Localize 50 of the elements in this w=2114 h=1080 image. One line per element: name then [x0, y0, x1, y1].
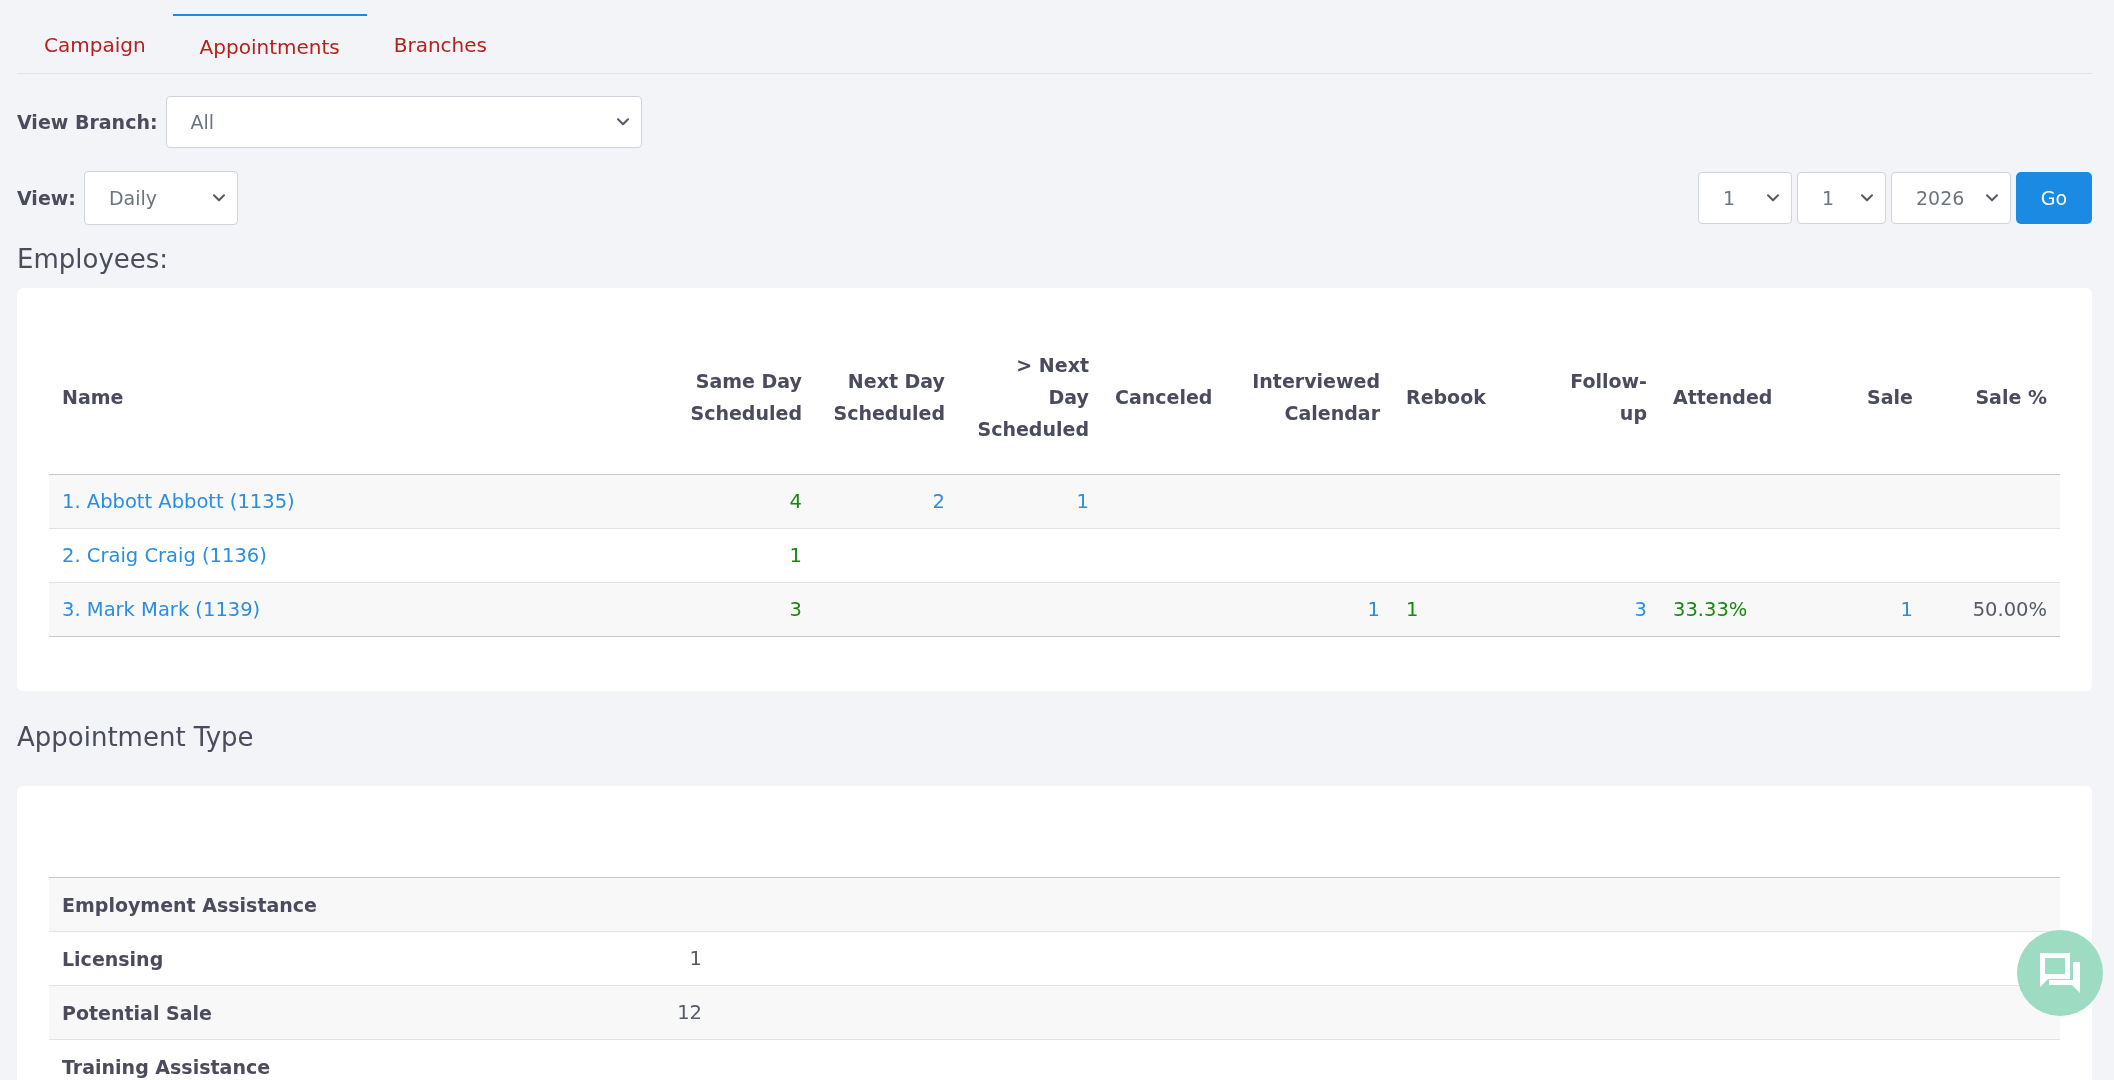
row-label: Potential Sale	[62, 1001, 212, 1024]
chevron-icon	[1861, 194, 1873, 202]
column-header: Sale	[1867, 385, 1913, 410]
chevron-icon	[616, 118, 629, 126]
table-cell: 4	[789, 490, 802, 513]
column-header: Next Day Scheduled	[832, 369, 945, 426]
employee-link[interactable]: 2. Craig Craig (1136)	[62, 544, 267, 567]
table-cell: 33.33%	[1673, 598, 1748, 621]
column-header: Interviewed Calendar	[1251, 369, 1380, 426]
view-select[interactable]: Daily	[83, 171, 238, 225]
date-select[interactable]: 2026	[1891, 172, 2011, 224]
count-link[interactable]: 1	[1900, 598, 1913, 621]
count-link[interactable]: 2	[932, 490, 945, 513]
column-header: Canceled	[1115, 385, 1213, 410]
count-link[interactable]: 1	[1076, 490, 1089, 513]
column-header: Sale %	[1975, 385, 2047, 410]
section-heading: Appointment Type	[17, 722, 255, 753]
column-header: Name	[62, 385, 124, 410]
column-header: Follow-up	[1569, 369, 1647, 426]
tab[interactable]: Appointments	[172, 14, 367, 73]
tab[interactable]: Branches	[366, 14, 514, 73]
count-link[interactable]: 1	[1367, 598, 1380, 621]
employee-link[interactable]: 3. Mark Mark (1139)	[62, 598, 261, 621]
employee-link[interactable]: 1. Abbott Abbott (1135)	[62, 490, 295, 513]
row-label: Licensing	[62, 947, 164, 970]
table-cell: 1	[689, 947, 702, 970]
go-button[interactable]: Go	[2016, 172, 2092, 224]
date-select[interactable]: 1	[1698, 172, 1792, 224]
count-link[interactable]: 3	[1634, 598, 1647, 621]
column-header: Same Day Scheduled	[689, 369, 802, 426]
date-select[interactable]: 1	[1797, 172, 1886, 224]
column-header: Rebook	[1406, 385, 1486, 410]
chevron-icon	[1986, 194, 1998, 202]
column-header: > Next Day Scheduled	[976, 353, 1089, 442]
branch-select[interactable]: All	[165, 96, 642, 148]
filter-label: View:	[17, 187, 76, 209]
chevron-icon	[212, 194, 225, 202]
row-label: Employment Assistance	[62, 893, 317, 916]
table-cell: 12	[677, 1001, 702, 1024]
table-cell: 50.00%	[1972, 598, 2047, 621]
chat-bubbles-icon	[2040, 953, 2080, 993]
section-heading: Employees:	[17, 244, 170, 275]
filter-label: View Branch:	[17, 111, 158, 133]
column-header: Attended	[1673, 385, 1773, 410]
table-cell: 1	[789, 544, 802, 567]
table-cell: 3	[789, 598, 802, 621]
row-label: Training Assistance	[62, 1055, 271, 1078]
chevron-icon	[1767, 194, 1779, 202]
table-cell: 1	[1406, 598, 1419, 621]
tab[interactable]: Campaign	[17, 14, 173, 73]
